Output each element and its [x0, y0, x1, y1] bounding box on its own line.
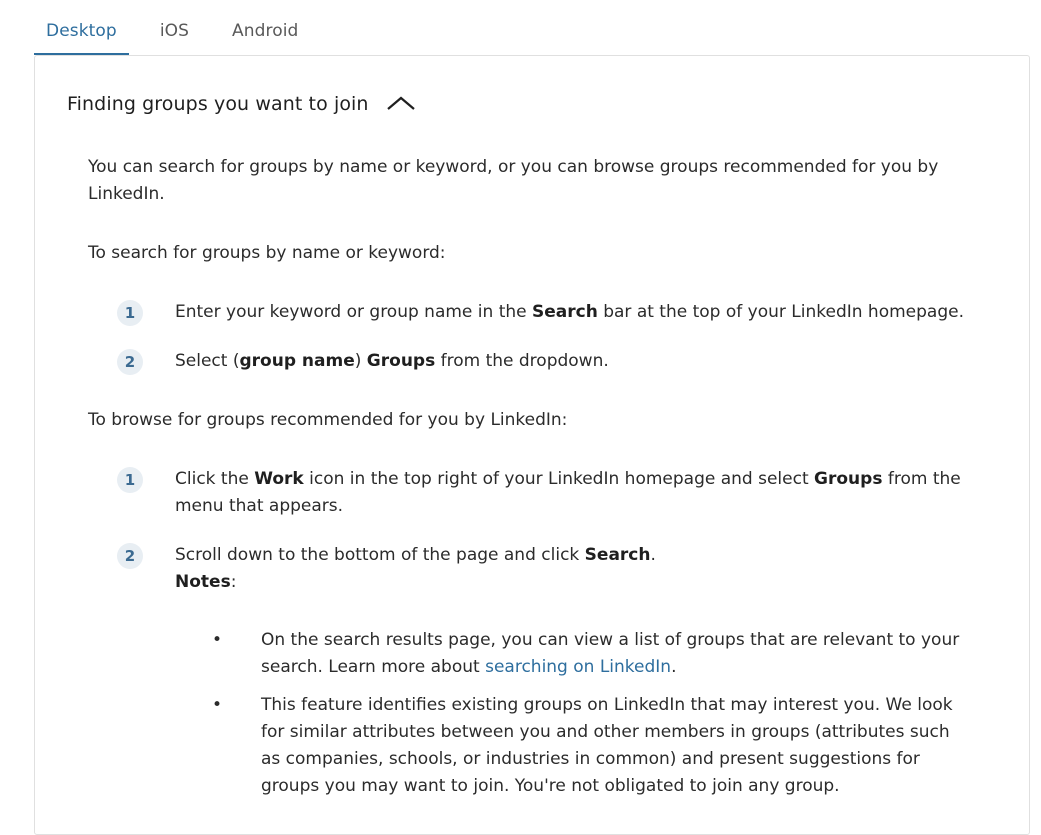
section-title: Finding groups you want to join	[67, 93, 369, 115]
step-bold: Groups	[814, 469, 883, 489]
step-text: bar at the top of your LinkedIn homepage…	[597, 302, 964, 322]
browse-heading: To browse for groups recommended for you…	[88, 410, 568, 430]
step-bold: Work	[254, 469, 304, 489]
notes-label: Notes	[175, 572, 231, 592]
tab-android[interactable]: Android	[220, 21, 310, 55]
step-text: Scroll down to the bottom of the page an…	[175, 545, 585, 565]
step-text: Select	[175, 351, 233, 371]
step-text: Click the	[175, 469, 255, 489]
step-number-badge: 2	[117, 543, 143, 569]
help-panel: Finding groups you want to join You can …	[34, 55, 1030, 835]
step-bold: group name	[239, 351, 355, 371]
section-toggle[interactable]: Finding groups you want to join	[67, 93, 416, 115]
browse-step-2: 2 Scroll down to the bottom of the page …	[88, 542, 968, 596]
searching-on-linkedin-link[interactable]: searching on LinkedIn	[485, 657, 671, 677]
step-number-badge: 1	[117, 300, 143, 326]
step-text: (	[232, 351, 240, 371]
search-step-2: 2 Select (group name) Groups from the dr…	[88, 348, 968, 375]
step-text: .	[650, 545, 656, 565]
note-text: This feature identifies existing groups …	[261, 695, 953, 796]
step-bold: Search	[532, 302, 598, 322]
bullet-dot-icon: •	[212, 630, 223, 650]
step-text: from the dropdown.	[435, 351, 609, 371]
note-text: .	[671, 657, 677, 677]
note-item-2: • This feature identifies existing group…	[88, 692, 968, 800]
platform-tabs: Desktop iOS Android	[34, 0, 329, 55]
chevron-up-icon[interactable]	[386, 94, 416, 114]
intro-text: You can search for groups by name or key…	[88, 157, 939, 204]
section-body: You can search for groups by name or key…	[88, 154, 968, 800]
tab-ios[interactable]: iOS	[148, 21, 201, 55]
bullet-dot-icon: •	[212, 695, 223, 715]
search-heading: To search for groups by name or keyword:	[88, 243, 446, 263]
step-bold: Groups	[366, 351, 436, 371]
note-item-1: • On the search results page, you can vi…	[88, 627, 968, 681]
step-text: )	[354, 351, 362, 371]
step-text: :	[230, 572, 237, 592]
tab-desktop[interactable]: Desktop	[34, 21, 129, 55]
browse-step-1: 1 Click the Work icon in the top right o…	[88, 466, 968, 520]
step-bold: Search	[584, 545, 651, 565]
step-number-badge: 1	[117, 467, 143, 493]
step-text: icon in the top right of your LinkedIn h…	[303, 469, 815, 489]
step-number-badge: 2	[117, 349, 143, 375]
search-step-1: 1 Enter your keyword or group name in th…	[88, 299, 968, 326]
step-text: Enter your keyword or group name in the	[175, 302, 532, 322]
